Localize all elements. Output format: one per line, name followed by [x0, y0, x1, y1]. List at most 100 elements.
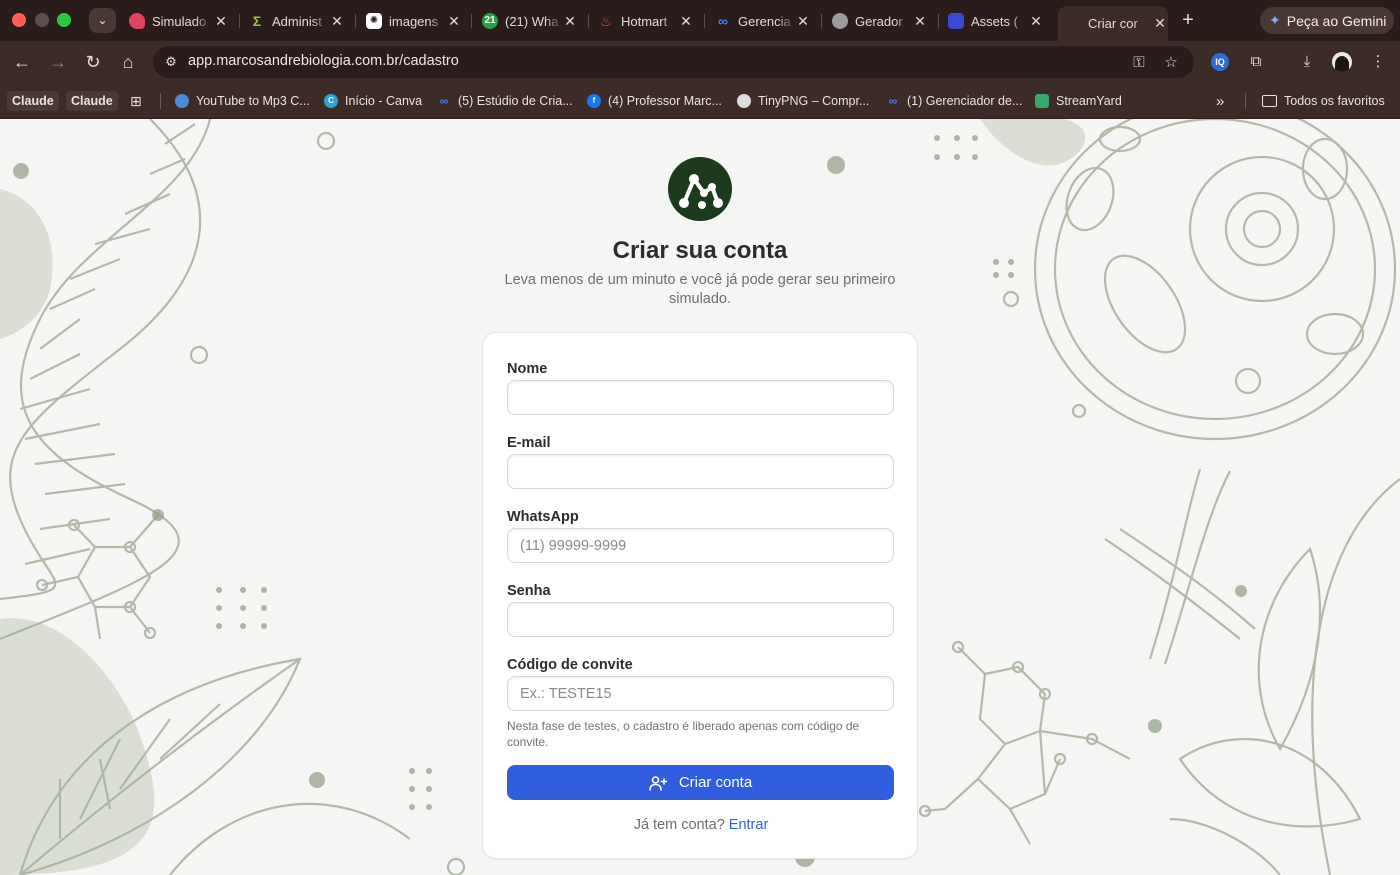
close-tab-icon[interactable]: ✕	[795, 13, 811, 30]
chatgpt-favicon-icon: ✺	[366, 13, 382, 29]
close-tab-icon[interactable]: ✕	[562, 13, 578, 30]
whatsapp-favicon-icon: 21	[482, 13, 498, 29]
password-key-icon[interactable]: ⚿	[1129, 53, 1149, 73]
login-prompt-text: Já tem conta?	[633, 817, 725, 833]
tab-separator	[704, 14, 705, 28]
close-tab-icon[interactable]: ✕	[446, 13, 462, 30]
apps-grid-icon[interactable]: ⊞	[130, 92, 142, 110]
molecule-logo-icon	[679, 174, 723, 209]
bookmark-professor-marcos[interactable]: f (4) Professor Marc...	[587, 92, 722, 110]
create-account-label: Criar conta	[678, 774, 753, 791]
download-icon[interactable]: ⤓	[1297, 52, 1317, 72]
reload-button[interactable]: ↻	[81, 50, 105, 74]
bookmark-gerenciador[interactable]: ∞ (1) Gerenciador de...	[886, 92, 1023, 110]
login-link[interactable]: Entrar	[729, 817, 769, 833]
tab-criar-conta[interactable]: Criar cor ✕	[1058, 6, 1168, 41]
tab-title: imagens	[389, 13, 439, 29]
gemini-button[interactable]: ✦ Peça ao Gemini	[1260, 7, 1394, 34]
close-tab-icon[interactable]: ✕	[329, 13, 345, 30]
close-tab-icon[interactable]: ✕	[1152, 15, 1168, 32]
close-tab-icon[interactable]: ✕	[678, 13, 694, 30]
tab-search-button[interactable]: ⌄	[89, 8, 116, 33]
tab-hotmart[interactable]: ♨ Hotmart ✕	[598, 7, 694, 35]
tab-title: Administ	[272, 13, 322, 29]
bookmark-youtube-mp3[interactable]: YouTube to Mp3 C...	[175, 92, 310, 110]
bookmark-label: Todos os favoritos	[1284, 94, 1385, 108]
close-tab-icon[interactable]: ✕	[912, 13, 928, 30]
tab-title: (21) Wha	[505, 13, 559, 29]
signup-page: Criar sua conta Leva menos de um minuto …	[0, 119, 1400, 875]
bookmark-claude-2[interactable]: Claude	[66, 91, 118, 111]
new-tab-button[interactable]: +	[1179, 8, 1197, 32]
arrow-left-icon: ←	[13, 52, 31, 72]
tab-administ[interactable]: Ʃ Administ ✕	[249, 7, 345, 35]
bookmark-label: (5) Estúdio de Cria...	[458, 94, 573, 108]
close-window-button[interactable]	[12, 13, 26, 27]
close-tab-icon[interactable]: ✕	[213, 13, 229, 30]
bookmark-separator	[1245, 93, 1246, 109]
minimize-window-button[interactable]	[35, 13, 49, 27]
bookmark-separator	[160, 93, 161, 109]
tab-title: Gerencia	[738, 13, 791, 29]
panda-icon	[737, 94, 751, 108]
tab-separator	[239, 14, 240, 28]
bookmark-label: (1) Gerenciador de...	[907, 94, 1023, 108]
bookmark-canva[interactable]: C Início - Canva	[324, 92, 422, 110]
gemini-sparkle-icon: ✦	[1269, 12, 1281, 28]
tab-separator	[821, 14, 822, 28]
email-label: E-mail	[507, 435, 551, 451]
close-tab-icon[interactable]: ✕	[1028, 13, 1044, 30]
tab-title: Simulado	[152, 13, 207, 29]
tab-bar: ⌄ Simulado ✕ Ʃ Administ ✕ ✺ imagens ✕ 21…	[0, 0, 1400, 41]
globe-favicon-icon	[832, 13, 848, 29]
cloud-download-icon	[175, 94, 189, 108]
bookmark-streamyard[interactable]: StreamYard	[1035, 92, 1122, 110]
bookmark-estudio-criacao[interactable]: ∞ (5) Estúdio de Cria...	[437, 92, 573, 110]
extension-icon[interactable]: IQ	[1211, 53, 1229, 71]
email-input[interactable]	[507, 454, 894, 489]
login-prompt-row: Já tem conta? Entrar	[483, 817, 919, 833]
bookmark-tinypng[interactable]: TinyPNG – Compr...	[737, 92, 869, 110]
forward-button[interactable]: →	[46, 50, 70, 74]
chevron-down-icon: ⌄	[97, 13, 108, 27]
all-bookmarks-button[interactable]: Todos os favoritos	[1262, 92, 1385, 110]
back-button[interactable]: ←	[10, 50, 34, 74]
puzzle-extensions-icon[interactable]: ⧉	[1246, 52, 1266, 72]
bookmark-claude-1[interactable]: Claude	[7, 91, 59, 111]
administ-favicon-icon: Ʃ	[252, 13, 262, 29]
site-info-icon[interactable]: ⚙	[162, 53, 180, 71]
tab-title: Criar cor	[1088, 16, 1138, 31]
tab-title: Gerador	[855, 13, 903, 29]
kebab-menu-icon[interactable]: ⋮	[1368, 52, 1388, 72]
maximize-window-button[interactable]	[57, 13, 71, 27]
tab-gerencia[interactable]: ∞ Gerencia ✕	[715, 7, 811, 35]
tab-imagens[interactable]: ✺ imagens ✕	[366, 7, 462, 35]
address-bar[interactable]: ⚙ app.marcosandrebiologia.com.br/cadastr…	[153, 46, 1194, 78]
tab-whatsapp[interactable]: 21 (21) Wha ✕	[482, 7, 578, 35]
home-icon: ⌂	[122, 52, 134, 72]
whatsapp-input[interactable]	[507, 528, 894, 563]
tab-gerador[interactable]: Gerador ✕	[832, 7, 928, 35]
password-input[interactable]	[507, 602, 894, 637]
assets-favicon-icon	[948, 13, 964, 29]
folder-icon	[1262, 95, 1277, 107]
more-bookmarks-chevron-icon[interactable]: »	[1216, 92, 1224, 110]
name-input[interactable]	[507, 380, 894, 415]
meta-favicon-icon: ∞	[718, 13, 728, 29]
create-account-button[interactable]: Criar conta	[507, 765, 894, 800]
profile-avatar[interactable]	[1332, 52, 1352, 72]
home-button[interactable]: ⌂	[116, 50, 140, 74]
signup-form: Nome E-mail WhatsApp Senha Código de con…	[482, 332, 918, 859]
tab-simulado[interactable]: Simulado ✕	[129, 7, 229, 35]
tab-assets[interactable]: Assets ( ✕	[948, 7, 1044, 35]
tab-separator	[471, 14, 472, 28]
name-label: Nome	[507, 361, 548, 377]
gemini-label: Peça ao Gemini	[1286, 12, 1387, 29]
bookmark-star-icon[interactable]: ☆	[1161, 53, 1181, 73]
meta-icon: ∞	[888, 94, 898, 108]
url-text[interactable]: app.marcosandrebiologia.com.br/cadastro	[188, 53, 459, 69]
facebook-icon: f	[587, 94, 601, 108]
bookmark-label: YouTube to Mp3 C...	[196, 94, 310, 108]
invite-code-input[interactable]	[507, 676, 894, 711]
app-logo	[668, 157, 732, 221]
